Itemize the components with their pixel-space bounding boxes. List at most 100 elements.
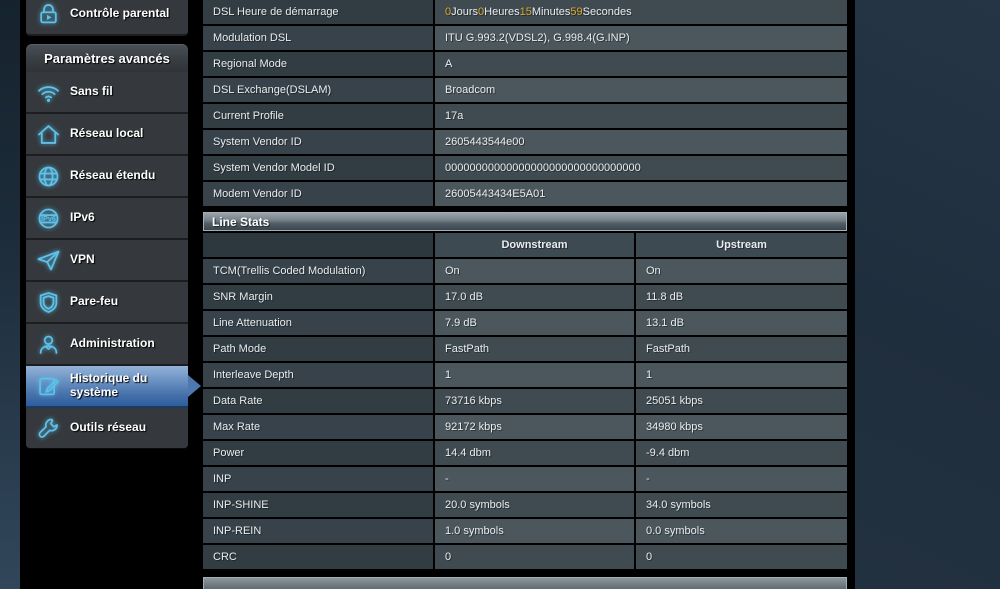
parental-lock-icon [35, 1, 62, 28]
row-downstream-cell: FastPath [435, 337, 634, 361]
table-row: CRC00 [203, 545, 847, 569]
router-admin-page: Contrôle parental Paramètres avancés San… [0, 0, 1000, 589]
header-empty-cell [203, 233, 433, 257]
sidebar-item-label: Contrôle parental [70, 7, 173, 21]
row-label-cell: Max Rate [203, 415, 433, 439]
row-downstream-cell: 7.9 dB [435, 311, 634, 335]
row-label-cell: Path Mode [203, 337, 433, 361]
table-row: Modem Vendor ID26005443434E5A01 [203, 182, 847, 206]
table-row: Data Rate73716 kbps25051 kbps [203, 389, 847, 413]
row-label-cell: Data Rate [203, 389, 433, 413]
row-downstream-cell: 17.0 dB [435, 285, 634, 309]
sidebar-item-label: Réseau étendu [70, 169, 159, 183]
row-upstream-cell: FastPath [636, 337, 847, 361]
row-upstream-cell: 0 [636, 545, 847, 569]
sidebar-item-label: Outils réseau [70, 421, 150, 435]
svg-text:IPv6: IPv6 [40, 213, 55, 222]
row-downstream-cell: 1.0 symbols [435, 519, 634, 543]
sidebar-items: Sans filRéseau localRéseau étenduIPv6IPv… [26, 72, 188, 448]
table-row: Current Profile17a [203, 104, 847, 128]
parental-lock-icon [26, 1, 70, 28]
table-row: DSL Heure de démarrage0 Jours 0 Heures 1… [203, 0, 847, 24]
row-label-cell: SNR Margin [203, 285, 433, 309]
sidebar-section-advanced: Paramètres avancés Sans fil Réseau local R… [26, 44, 188, 448]
table-row: DSL Exchange(DSLAM)Broadcom [203, 78, 847, 102]
row-label-cell: Regional Mode [203, 52, 433, 76]
wifi-icon [35, 79, 62, 106]
sidebar-item-admin[interactable]: Administration [26, 324, 188, 366]
table-row: Path ModeFastPathFastPath [203, 337, 847, 361]
row-upstream-cell: -9.4 dbm [636, 441, 847, 465]
table-row: SNR Margin17.0 dB11.8 dB [203, 285, 847, 309]
row-label-cell: Modulation DSL [203, 26, 433, 50]
row-upstream-cell: 11.8 dB [636, 285, 847, 309]
table-row: Power14.4 dbm-9.4 dbm [203, 441, 847, 465]
dsl-log-content: DSL Heure de démarrage0 Jours 0 Heures 1… [203, 0, 847, 589]
table-row: INP-- [203, 467, 847, 491]
row-downstream-cell: 92172 kbps [435, 415, 634, 439]
sidebar-item-parental-control[interactable]: Contrôle parental [26, 0, 188, 36]
header-downstream: Downstream [435, 233, 634, 257]
vpn-icon [35, 247, 62, 274]
row-value-cell: 17a [435, 104, 847, 128]
page-background-left [0, 0, 20, 589]
row-downstream-cell: 73716 kbps [435, 389, 634, 413]
row-upstream-cell: 25051 kbps [636, 389, 847, 413]
shield-icon [35, 289, 62, 316]
row-value-cell: A [435, 52, 847, 76]
row-downstream-cell: On [435, 259, 634, 283]
table-row: INP-SHINE20.0 symbols34.0 symbols [203, 493, 847, 517]
ipv6-icon: IPv6 [35, 205, 62, 232]
row-downstream-cell: 20.0 symbols [435, 493, 634, 517]
row-value-cell: ITU G.993.2(VDSL2), G.998.4(G.INP) [435, 26, 847, 50]
row-label-cell: TCM(Trellis Coded Modulation) [203, 259, 433, 283]
row-label-cell: Line Attenuation [203, 311, 433, 335]
line-stats-table: Downstream Upstream TCM(Trellis Coded Mo… [203, 233, 847, 569]
sidebar-item-log[interactable]: Historique du système [26, 366, 188, 408]
row-upstream-cell: 34.0 symbols [636, 493, 847, 517]
header-upstream: Upstream [636, 233, 847, 257]
sidebar-item-label: Historique du système [70, 372, 188, 400]
sidebar-item-wifi[interactable]: Sans fil [26, 72, 188, 114]
table-row: Interleave Depth11 [203, 363, 847, 387]
sidebar-section-header: Paramètres avancés [26, 44, 188, 72]
line-stats-header-row: Downstream Upstream [203, 233, 847, 257]
row-label-cell: CRC [203, 545, 433, 569]
sidebar-item-vpn[interactable]: VPN [26, 240, 188, 282]
home-icon [35, 121, 62, 148]
row-label-cell: DSL Exchange(DSLAM) [203, 78, 433, 102]
row-label-cell: INP-REIN [203, 519, 433, 543]
sidebar-item-label: Sans fil [70, 85, 117, 99]
table-row: System Vendor Model ID000000000000000000… [203, 156, 847, 180]
sidebar-item-label: IPv6 [70, 211, 99, 225]
row-label-cell: INP [203, 467, 433, 491]
table-row: Regional ModeA [203, 52, 847, 76]
row-downstream-cell: 1 [435, 363, 634, 387]
row-upstream-cell: - [636, 467, 847, 491]
sidebar-item-label: VPN [70, 253, 99, 267]
row-label-cell: Interleave Depth [203, 363, 433, 387]
table-row: INP-REIN1.0 symbols0.0 symbols [203, 519, 847, 543]
table-row: Line Attenuation7.9 dB13.1 dB [203, 311, 847, 335]
dsl-info-table: DSL Heure de démarrage0 Jours 0 Heures 1… [203, 0, 847, 206]
sidebar-item-wrench[interactable]: Outils réseau [26, 408, 188, 448]
sidebar-item-home[interactable]: Réseau local [26, 114, 188, 156]
sidebar-item-ipv6[interactable]: IPv6 IPv6 [26, 198, 188, 240]
row-label-cell: DSL Heure de démarrage [203, 0, 433, 24]
sidebar-item-shield[interactable]: Pare-feu [26, 282, 188, 324]
row-upstream-cell: 13.1 dB [636, 311, 847, 335]
wrench-icon [35, 415, 62, 442]
row-value-cell: Broadcom [435, 78, 847, 102]
row-value-cell: 00000000000000000000000000000000 [435, 156, 847, 180]
row-upstream-cell: 1 [636, 363, 847, 387]
globe-icon [35, 163, 62, 190]
row-upstream-cell: 34980 kbps [636, 415, 847, 439]
row-label-cell: INP-SHINE [203, 493, 433, 517]
admin-icon [35, 331, 62, 358]
row-label-cell: Current Profile [203, 104, 433, 128]
page-background-right [855, 0, 1000, 589]
sidebar: Contrôle parental Paramètres avancés San… [26, 0, 188, 42]
sidebar-item-label: Réseau local [70, 127, 147, 141]
sidebar-item-globe[interactable]: Réseau étendu [26, 156, 188, 198]
row-downstream-cell: - [435, 467, 634, 491]
